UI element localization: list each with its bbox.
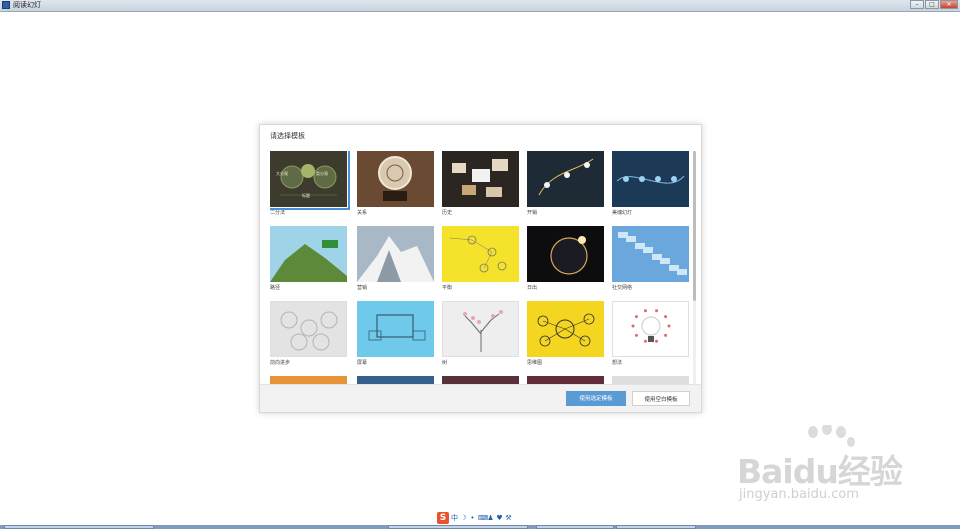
template-preview-graphic	[452, 159, 508, 197]
template-preview-graphic	[631, 309, 671, 343]
template-thumbnail[interactable]	[442, 226, 519, 282]
window-titlebar: 阅读幻灯 – □ ✕	[0, 0, 960, 12]
preview-text: 标题	[302, 193, 310, 198]
template-tile[interactable]: 平衡	[442, 226, 519, 291]
template-label: 社交网络	[612, 285, 633, 291]
template-thumbnail[interactable]	[442, 301, 519, 357]
template-label: 日出	[527, 285, 538, 291]
template-preview-graphic	[378, 156, 412, 201]
template-label: 开销	[527, 210, 538, 216]
template-tile[interactable]: 大分观 类分观标题二分法	[270, 151, 350, 216]
template-label: 前向进步	[270, 360, 291, 366]
template-tile[interactable]: 路径	[270, 226, 347, 291]
preview-text: 类分观	[316, 171, 328, 176]
baidu-watermark: Baidu经验 jingyan.baidu.com	[735, 425, 915, 515]
template-tile[interactable]: 美魂幻灯	[612, 151, 689, 216]
moon-icon[interactable]: ☽	[460, 512, 467, 524]
vertical-scrollbar[interactable]	[693, 151, 696, 387]
template-tile[interactable]: 营销	[357, 226, 434, 291]
template-thumbnail[interactable]	[527, 226, 604, 282]
template-dialog: 请选择模板 大分观 类分观标题二分法 关系 历史 开销 美魂幻灯路径 营销 平衡 日出 社交网络前…	[259, 124, 702, 413]
template-preview-graphic	[357, 236, 434, 282]
minimize-button[interactable]: –	[910, 0, 924, 9]
template-thumbnail[interactable]	[527, 301, 604, 357]
ime-mode[interactable]: 中	[451, 512, 458, 524]
use-blank-template-button[interactable]: 使用空白模板	[632, 391, 690, 406]
template-thumbnail[interactable]	[357, 151, 434, 207]
watermark-text: Baidu经验	[737, 452, 903, 491]
user-icon[interactable]: ♟	[487, 512, 494, 524]
skin-icon[interactable]: ♥	[496, 512, 503, 524]
preview-text: 大分观	[276, 171, 288, 176]
taskbar-item[interactable]	[388, 525, 528, 529]
taskbar-item[interactable]	[4, 525, 154, 529]
dialog-title: 请选择模板	[270, 132, 305, 140]
scrollbar-thumb[interactable]	[693, 151, 696, 301]
template-tile[interactable]: 前向进步	[270, 301, 347, 366]
template-tile[interactable]: 屏幕	[357, 301, 434, 366]
template-tile[interactable]: 树	[442, 301, 519, 366]
template-label: 思维图	[527, 360, 543, 366]
window-title: 阅读幻灯	[13, 1, 41, 9]
template-preview-graphic	[538, 158, 594, 196]
template-grid: 大分观 类分观标题二分法 关系 历史 开销 美魂幻灯路径 营销 平衡 日出 社交网络前向进步 屏幕 树…	[270, 151, 692, 387]
template-label: 营销	[357, 285, 368, 291]
template-preview-graphic	[280, 311, 338, 351]
template-thumbnail[interactable]	[270, 301, 347, 357]
wrench-icon[interactable]: ⚒	[505, 512, 512, 524]
template-thumbnail[interactable]	[357, 226, 434, 282]
template-thumbnail[interactable]	[612, 226, 689, 282]
template-preview-graphic	[550, 236, 588, 275]
template-tile[interactable]: 开销	[527, 151, 604, 216]
template-tile[interactable]: 社交网络	[612, 226, 689, 291]
template-thumbnail[interactable]	[612, 301, 689, 357]
template-label: 树	[442, 360, 448, 366]
template-thumbnail[interactable]	[357, 301, 434, 357]
template-label: 屏幕	[357, 360, 368, 366]
template-tile[interactable]: 历史	[442, 151, 519, 216]
template-preview-graphic	[449, 235, 507, 273]
template-thumbnail[interactable]: 大分观 类分观标题	[270, 151, 350, 210]
app-icon	[2, 1, 10, 9]
close-button[interactable]: ✕	[940, 0, 958, 9]
watermark-url: jingyan.baidu.com	[739, 487, 859, 502]
template-preview-graphic	[537, 313, 595, 347]
template-thumbnail[interactable]	[612, 151, 689, 207]
taskbar	[0, 525, 960, 529]
sogou-logo-icon[interactable]: S	[437, 512, 449, 524]
template-thumbnail[interactable]	[527, 151, 604, 207]
template-label: 想法	[612, 360, 623, 366]
template-tile[interactable]: 想法	[612, 301, 689, 366]
template-thumbnail[interactable]	[442, 151, 519, 207]
use-selected-template-button[interactable]: 使用选定模板	[566, 391, 626, 406]
ime-toolbar: S 中 ☽ • ⌨ ♟ ♥ ⚒	[435, 511, 514, 525]
taskbar-item[interactable]	[616, 525, 696, 529]
template-label: 路径	[270, 285, 281, 291]
taskbar-item[interactable]	[536, 525, 614, 529]
template-preview-graphic	[368, 314, 426, 341]
template-label: 平衡	[442, 285, 453, 291]
template-thumbnail[interactable]	[270, 226, 347, 282]
template-tile[interactable]: 思维图	[527, 301, 604, 366]
template-label: 关系	[357, 210, 368, 216]
template-tile[interactable]: 关系	[357, 151, 434, 216]
template-label: 美魂幻灯	[612, 210, 633, 216]
punctuation-icon[interactable]: •	[469, 512, 476, 524]
template-preview-graphic	[463, 310, 503, 352]
template-preview-graphic	[616, 175, 685, 184]
maximize-button[interactable]: □	[925, 0, 939, 9]
template-preview-graphic	[618, 232, 687, 275]
dialog-footer: 使用选定模板 使用空白模板	[260, 384, 701, 412]
template-preview-graphic	[270, 240, 347, 282]
keyboard-icon[interactable]: ⌨	[478, 512, 488, 524]
template-label: 历史	[442, 210, 453, 216]
template-tile[interactable]: 日出	[527, 226, 604, 291]
template-label: 二分法	[270, 210, 286, 216]
window-controls: – □ ✕	[910, 0, 958, 10]
